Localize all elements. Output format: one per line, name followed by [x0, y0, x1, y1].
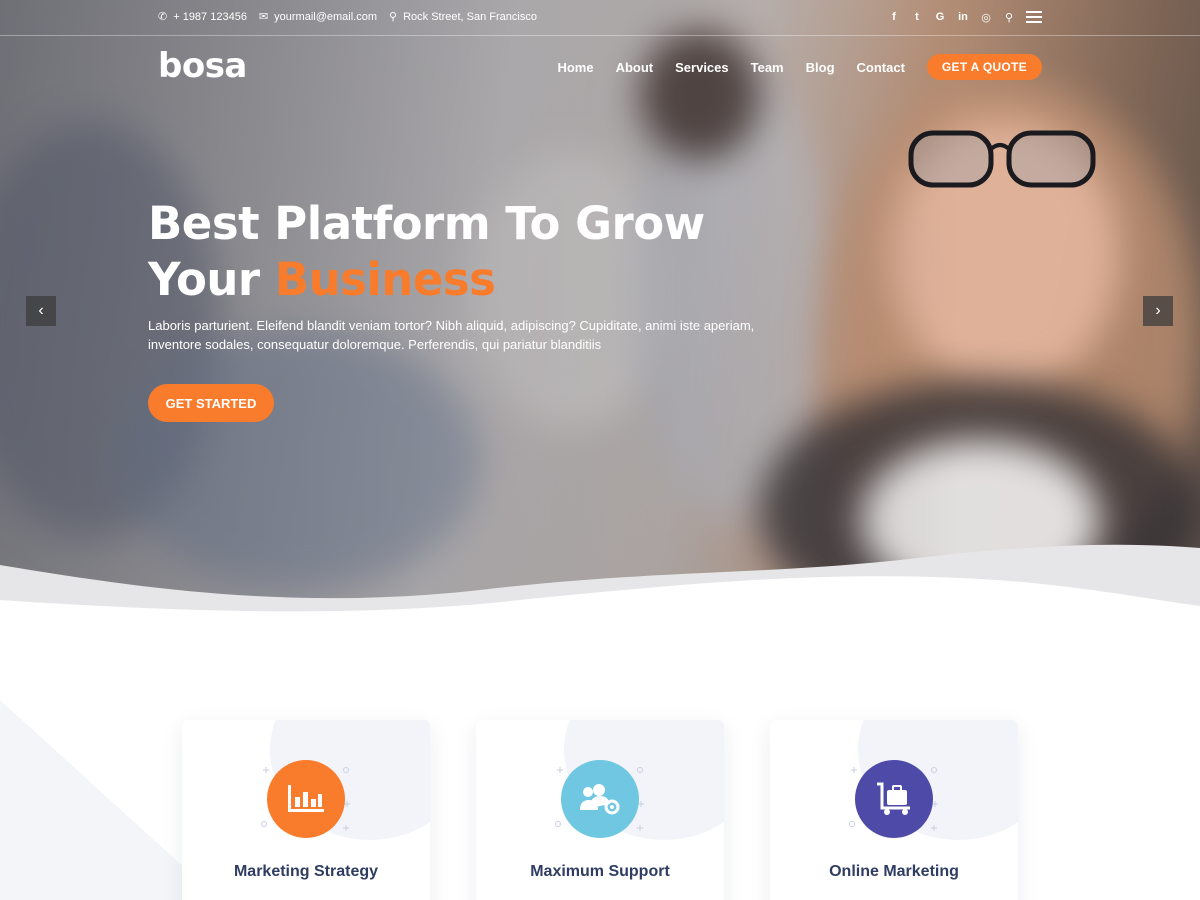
service-card-marketing-strategy[interactable]: Marketing Strategy — [182, 720, 430, 900]
phone-contact[interactable]: ✆ + 1987 123456 — [158, 10, 247, 24]
get-quote-button[interactable]: GET A QUOTE — [926, 54, 1042, 80]
menu-icon[interactable] — [1026, 11, 1042, 23]
nav-team[interactable]: Team — [751, 60, 784, 75]
nav-contact[interactable]: Contact — [857, 60, 905, 75]
nav-services[interactable]: Services — [675, 60, 729, 75]
envelope-icon: ✉ — [258, 11, 269, 23]
street-address: Rock Street, San Francisco — [403, 10, 537, 23]
get-started-button[interactable]: GET STARTED — [148, 384, 274, 422]
services-section: Marketing Strategy Maximum Support Onlin… — [0, 620, 1200, 900]
google-icon[interactable]: G — [934, 10, 946, 24]
hero-heading-accent: Business — [274, 253, 496, 306]
luggage-cart-icon — [855, 760, 933, 838]
hero-photo-detail — [908, 130, 1096, 188]
hero-heading-prefix: Your — [148, 253, 275, 306]
service-title: Online Marketing — [829, 863, 959, 880]
service-card-maximum-support[interactable]: Maximum Support — [476, 720, 724, 900]
nav-home[interactable]: Home — [557, 60, 593, 75]
nav-blog[interactable]: Blog — [806, 60, 835, 75]
instagram-icon[interactable]: ◎ — [980, 10, 992, 24]
hero-banner: ✆ + 1987 123456 ✉ yourmail@email.com ⚲ R… — [0, 0, 1200, 620]
email-contact[interactable]: ✉ yourmail@email.com — [258, 10, 378, 24]
site-logo[interactable]: bosa — [158, 46, 247, 86]
users-gear-icon — [561, 760, 639, 838]
hero-heading-line1: Best Platform To Grow — [148, 197, 705, 250]
main-navigation: bosa Home About Services Team Blog Conta… — [0, 36, 1200, 100]
search-icon[interactable]: ⚲ — [1003, 10, 1015, 24]
service-card-online-marketing[interactable]: Online Marketing — [770, 720, 1018, 900]
nav-about[interactable]: About — [616, 60, 654, 75]
slider-next-button[interactable]: › — [1143, 296, 1173, 326]
linkedin-icon[interactable]: in — [957, 10, 969, 24]
hero-heading-line2: Your Business — [148, 252, 788, 308]
email-address: yourmail@email.com — [274, 10, 378, 23]
map-pin-icon: ⚲ — [389, 11, 398, 23]
hero-wave — [0, 544, 1200, 620]
hero-description: Laboris parturient. Eleifend blandit ven… — [148, 318, 755, 352]
bar-chart-icon — [267, 760, 345, 838]
phone-number: + 1987 123456 — [173, 10, 247, 23]
top-bar: ✆ + 1987 123456 ✉ yourmail@email.com ⚲ R… — [0, 0, 1200, 36]
address-info: ⚲ Rock Street, San Francisco — [389, 10, 537, 24]
service-title: Maximum Support — [530, 863, 670, 880]
twitter-icon[interactable]: t — [911, 10, 923, 24]
service-title: Marketing Strategy — [233, 863, 379, 880]
facebook-icon[interactable]: f — [888, 10, 900, 24]
slider-prev-button[interactable]: ‹ — [26, 296, 56, 326]
hero-heading: Best Platform To Grow Your Business — [148, 196, 788, 308]
phone-icon: ✆ — [158, 11, 168, 23]
